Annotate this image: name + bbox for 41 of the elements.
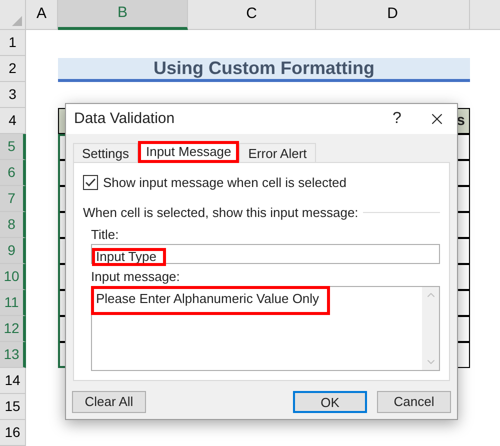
row-header[interactable]: 11 [0, 290, 26, 316]
tab[interactable]: Error Alert [239, 143, 316, 162]
column-header[interactable]: A [26, 0, 58, 30]
message-field[interactable]: Please Enter Alphanumeric Value Only [91, 286, 440, 371]
row-header[interactable]: 2 [0, 56, 26, 82]
row-header[interactable]: 12 [0, 316, 26, 342]
dialog-button[interactable]: OK [293, 391, 367, 413]
checkbox-label: Show input message when cell is selected [103, 174, 347, 192]
column-header[interactable]: B [58, 0, 188, 30]
row-header[interactable]: 7 [0, 186, 26, 212]
scrollbar[interactable] [422, 287, 439, 370]
row-header[interactable]: 4 [0, 108, 26, 134]
tab[interactable]: Input Message [138, 141, 240, 163]
row-header[interactable]: 3 [0, 82, 26, 108]
corner-triangle-icon [12, 16, 22, 26]
row-header[interactable]: 5 [0, 134, 26, 160]
dialog-title: Data Validation [74, 108, 176, 129]
row-header[interactable]: 15 [0, 394, 26, 420]
row-header[interactable]: 9 [0, 238, 26, 264]
row-header[interactable]: 14 [0, 368, 26, 394]
row-header[interactable]: 13 [0, 342, 26, 368]
check-icon [85, 178, 96, 188]
row-header[interactable]: 10 [0, 264, 26, 290]
dialog-button[interactable]: Cancel [377, 391, 451, 413]
column-header[interactable]: D [316, 0, 470, 30]
title-banner: Using Custom Formatting [58, 58, 470, 82]
column-header[interactable]: C [188, 0, 316, 30]
select-all-corner[interactable] [0, 0, 26, 30]
help-button[interactable]: ? [377, 107, 417, 131]
row-header[interactable]: 6 [0, 160, 26, 186]
row-header[interactable]: 8 [0, 212, 26, 238]
row-header[interactable]: 1 [0, 30, 26, 56]
field-label: Title: [91, 226, 120, 244]
tab[interactable]: Settings [73, 143, 138, 162]
checkbox[interactable] [83, 175, 98, 190]
group-label: When cell is selected, show this input message: [83, 204, 358, 222]
field-label: Input message: [91, 268, 181, 286]
dialog-button[interactable]: Clear All [72, 391, 146, 413]
column-header[interactable] [470, 0, 500, 30]
title-field[interactable]: Input Type [91, 244, 440, 264]
row-header[interactable]: 16 [0, 420, 26, 446]
